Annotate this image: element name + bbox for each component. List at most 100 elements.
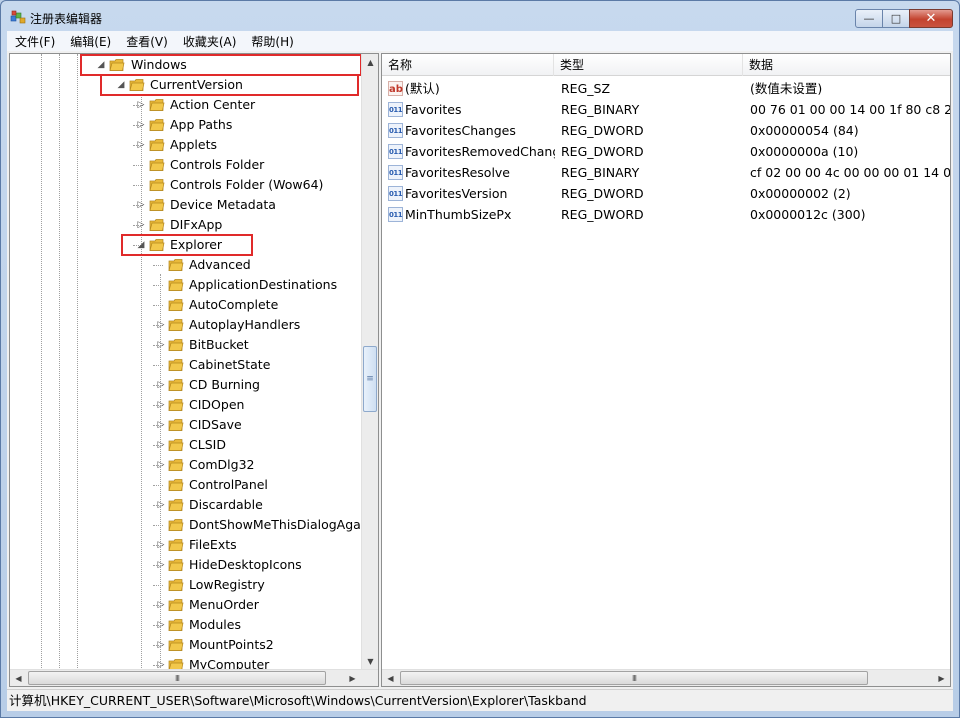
list-item[interactable]: 011 FavoritesResolve REG_BINARY cf 02 00 00… [382,162,950,183]
tree-node[interactable]: AutoComplete [10,295,362,315]
tree-node[interactable]: ▷ ComDlg32 [10,455,362,475]
tree-node[interactable]: ▷ Action Center [10,95,362,115]
maximize-button[interactable]: □ [882,9,910,28]
tree-node[interactable]: DontShowMeThisDialogAgain [10,515,362,535]
list-item[interactable]: ab (默认) REG_SZ (数值未设置) [382,78,950,99]
collapsed-arrow-icon[interactable]: ▷ [136,199,146,211]
collapsed-arrow-icon[interactable]: ▷ [156,599,166,611]
menu-view[interactable]: 查看(V) [118,33,175,50]
tree-node[interactable]: ▷ Discardable [10,495,362,515]
tree-node[interactable]: ▷ FileExts [10,535,362,555]
tree-node[interactable]: ▷ BitBucket [10,335,362,355]
tree-vertical-scroll-thumb[interactable]: ≡ [363,346,377,412]
registry-value-list[interactable]: 名称 类型 数据 ab (默认) REG_SZ (数值未设置) 011 Favorites… [381,53,951,687]
tree-horizontal-scrollbar[interactable]: ◀ III ▶ [10,669,378,686]
tree-node[interactable]: ApplicationDestinations [10,275,362,295]
tree-node[interactable]: ▷ MyComputer [10,655,362,670]
tree-horizontal-scroll-thumb[interactable]: III [28,671,326,685]
tree-node[interactable]: ▷ CD Burning [10,375,362,395]
highlight-box [100,74,359,96]
tree-node[interactable]: ▷ Modules [10,615,362,635]
scroll-down-button[interactable]: ▼ [362,653,378,670]
collapsed-arrow-icon[interactable]: ▷ [156,459,166,471]
tree-node[interactable]: ▷ CIDOpen [10,395,362,415]
tree-node[interactable]: ▷ App Paths [10,115,362,135]
collapsed-arrow-icon[interactable]: ▷ [156,439,166,451]
tree-vertical-scrollbar[interactable]: ▲ ≡ ▼ [361,54,378,670]
grip-icon: III [631,673,637,683]
cell-name: Favorites [405,102,462,117]
collapsed-arrow-icon[interactable]: ▷ [136,99,146,111]
tree-node[interactable]: ▷ AutoplayHandlers [10,315,362,335]
scroll-left-button[interactable]: ◀ [10,670,27,686]
list-item[interactable]: 011 FavoritesVersion REG_DWORD 0x00000002 (… [382,183,950,204]
collapsed-arrow-icon[interactable]: ▷ [136,139,146,151]
tree-node[interactable]: CabinetState [10,355,362,375]
tree-content: ◢ Windows ◢ CurrentVersion ▷ Action Center ▷ Ap… [10,54,362,670]
list-horizontal-scroll-thumb[interactable]: III [400,671,868,685]
tree-node[interactable]: Advanced [10,255,362,275]
tree-node[interactable]: ▷ CIDSave [10,415,362,435]
collapsed-arrow-icon[interactable]: ▷ [156,399,166,411]
tree-node[interactable]: ▷ MountPoints2 [10,635,362,655]
cell-type: REG_SZ [561,81,611,96]
list-horizontal-scrollbar[interactable]: ◀ III ▶ [382,669,950,686]
cell-name: FavoritesVersion [405,186,508,201]
column-header-type[interactable]: 类型 [554,54,743,76]
scroll-down-icon: ▼ [367,657,374,666]
close-button[interactable]: ✕ [909,9,953,28]
tree-node[interactable]: ▷ CLSID [10,435,362,455]
scroll-left-button[interactable]: ◀ [382,670,399,686]
cell-data: 0x0000012c (300) [750,207,866,222]
collapsed-arrow-icon[interactable]: ▷ [156,379,166,391]
collapsed-arrow-icon[interactable]: ▷ [156,539,166,551]
cell-type: REG_DWORD [561,144,644,159]
binary-value-icon: 011 [388,102,403,117]
tree-node[interactable]: ▷ Device Metadata [10,195,362,215]
tree-node[interactable]: ▷ HideDesktopIcons [10,555,362,575]
list-item[interactable]: 011 Favorites REG_BINARY 00 76 01 00 00 14 … [382,99,950,120]
collapsed-arrow-icon[interactable]: ▷ [156,319,166,331]
collapsed-arrow-icon[interactable]: ▷ [136,219,146,231]
folder-icon [168,579,184,591]
tree-branch-line [153,365,163,366]
tree-node[interactable]: ▷ MenuOrder [10,595,362,615]
collapsed-arrow-icon[interactable]: ▷ [156,499,166,511]
collapsed-arrow-icon[interactable]: ▷ [156,619,166,631]
tree-node-label: Applets [170,137,217,152]
collapsed-arrow-icon[interactable]: ▷ [156,639,166,651]
tree-node[interactable]: Controls Folder (Wow64) [10,175,362,195]
tree-node-label: DIFxApp [170,217,223,232]
tree-node[interactable]: ▷ Applets [10,135,362,155]
menu-help[interactable]: 帮助(H) [243,33,300,50]
maximize-icon: □ [890,12,902,25]
registry-key-tree[interactable]: ◢ Windows ◢ CurrentVersion ▷ Action Center ▷ Ap… [9,53,379,687]
scroll-right-icon: ▶ [938,674,945,683]
collapsed-arrow-icon[interactable]: ▷ [156,559,166,571]
menu-favorites[interactable]: 收藏夹(A) [175,33,244,50]
scroll-up-button[interactable]: ▲ [362,54,378,71]
collapsed-arrow-icon[interactable]: ▷ [156,419,166,431]
cell-name: MinThumbSizePx [405,207,512,222]
list-item[interactable]: 011 MinThumbSizePx REG_DWORD 0x0000012c (30… [382,204,950,225]
scroll-right-button[interactable]: ▶ [344,670,361,686]
menu-file[interactable]: 文件(F) [7,33,62,50]
tree-node[interactable]: LowRegistry [10,575,362,595]
scroll-right-button[interactable]: ▶ [933,670,950,686]
list-item[interactable]: 011 FavoritesChanges REG_DWORD 0x00000054 (… [382,120,950,141]
column-header-data[interactable]: 数据 [743,54,950,76]
column-header-name[interactable]: 名称 [382,54,554,76]
tree-node-label: CLSID [189,437,226,452]
tree-node[interactable]: Controls Folder [10,155,362,175]
minimize-button[interactable]: — [855,9,883,28]
list-item[interactable]: 011FavoritesRemovedChanges REG_DWORD 0x000… [382,141,950,162]
tree-node[interactable]: ControlPanel [10,475,362,495]
list-header: 名称 类型 数据 [382,54,950,76]
tree-node[interactable]: ▷ DIFxApp [10,215,362,235]
collapsed-arrow-icon[interactable]: ▷ [156,339,166,351]
folder-icon [149,139,165,151]
title-bar[interactable]: 注册表编辑器 — □ ✕ [1,1,959,31]
collapsed-arrow-icon[interactable]: ▷ [136,119,146,131]
tree-branch-line [153,485,163,486]
menu-edit[interactable]: 编辑(E) [62,33,118,50]
